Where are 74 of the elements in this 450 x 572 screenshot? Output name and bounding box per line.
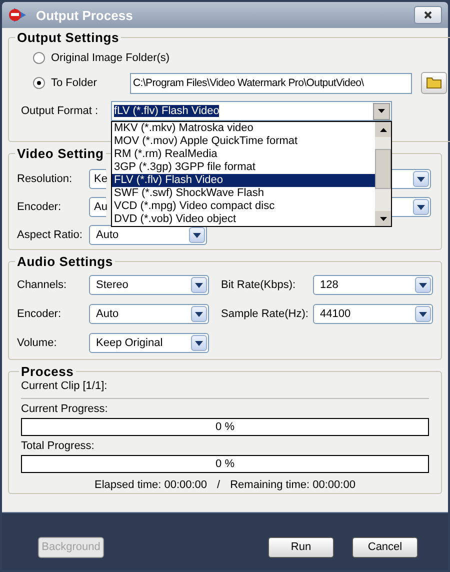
progress-text: 0 % xyxy=(216,456,234,472)
folder-icon xyxy=(426,77,442,89)
dropdown-button[interactable] xyxy=(191,306,207,322)
caret-icon xyxy=(417,176,425,182)
format-option[interactable]: SWF (*.swf) ShockWave Flash xyxy=(112,187,375,200)
elapsed-time: Elapsed time: 00:00:00 xyxy=(94,478,208,493)
dropdown-button[interactable] xyxy=(373,102,390,120)
format-dropdown[interactable]: fLV (*.flv) Flash Video xyxy=(111,101,392,121)
format-option[interactable]: DVD (*.vob) Video object xyxy=(112,213,375,226)
section-title: Output Settings xyxy=(16,30,120,45)
field-label: Bit Rate(Kbps): xyxy=(221,278,297,292)
radio-label: To Folder xyxy=(51,76,98,90)
caret-icon xyxy=(419,312,427,316)
dropdown-field[interactable]: Keep Original xyxy=(89,333,209,353)
radio-button[interactable] xyxy=(33,52,45,64)
dropdown-button[interactable] xyxy=(413,199,429,215)
caret-icon xyxy=(419,282,427,288)
dropdown-button[interactable] xyxy=(413,171,429,187)
format-option[interactable]: FLV (*.flv) Flash Video xyxy=(112,174,375,187)
field-label: Aspect Ratio: xyxy=(17,228,84,242)
caret-icon xyxy=(417,204,425,210)
folder-field[interactable]: C:\Program Files\Video Watermark Pro\OutputVideo\ xyxy=(130,72,412,94)
clip-label: Current Clip [1/1]: xyxy=(21,379,108,394)
field-label: Resolution: xyxy=(17,172,74,186)
app-icon xyxy=(8,6,28,24)
caret-icon xyxy=(378,109,385,113)
dropdown-field[interactable]: 128 xyxy=(313,275,433,295)
field-label: Sample Rate(Hz): xyxy=(221,306,310,322)
dropdown-button[interactable] xyxy=(415,306,431,322)
field-label: Volume: xyxy=(17,336,58,350)
format-option[interactable]: MKV (*.mkv) Matroska video xyxy=(112,122,375,135)
close-button[interactable] xyxy=(414,6,442,24)
selected-format: fLV (*.flv) Flash Video xyxy=(114,104,220,116)
field-label: Encoder: xyxy=(17,200,62,214)
format-option[interactable]: VCD (*.mpg) Video compact disc xyxy=(112,200,375,213)
progress-label: Current Progress: xyxy=(21,402,109,417)
progress-text: 0 % xyxy=(216,420,234,434)
dropdown-field[interactable]: Auto xyxy=(89,304,209,324)
field-label: Channels: xyxy=(17,278,68,292)
field-label: Encoder: xyxy=(17,306,62,322)
dropdown-button[interactable] xyxy=(415,277,431,293)
progress-label: Total Progress: xyxy=(21,439,96,454)
dropdown-button[interactable] xyxy=(191,277,207,293)
format-option[interactable]: RM (*.rm) RealMedia xyxy=(112,148,375,161)
dropdown-field[interactable]: Auto xyxy=(89,225,207,245)
caret-icon xyxy=(195,340,203,346)
dropdown-field[interactable]: 44100 xyxy=(313,304,433,324)
dialog-button[interactable]: Cancel xyxy=(352,537,418,558)
section-title: Audio Settings xyxy=(16,254,114,269)
close-icon xyxy=(424,11,432,19)
window-title: Output Process xyxy=(36,8,133,22)
dropdown-button[interactable] xyxy=(191,335,207,351)
browse-button[interactable] xyxy=(421,72,447,94)
separator-text: / xyxy=(217,478,220,493)
scroll-thumb[interactable] xyxy=(375,149,391,189)
section-title: Video Setting xyxy=(16,146,105,161)
radio-button[interactable] xyxy=(33,77,45,89)
caret-icon xyxy=(195,282,203,288)
dropdown-field[interactable]: Ke xyxy=(89,169,106,189)
scroll-down-icon[interactable] xyxy=(375,211,391,226)
caret-icon xyxy=(193,232,201,238)
scrollbar[interactable] xyxy=(375,122,391,226)
scroll-up-icon[interactable] xyxy=(375,122,391,137)
remaining-time: Remaining time: 00:00:00 xyxy=(230,478,356,493)
caret-icon xyxy=(195,312,203,316)
format-label: Output Format : xyxy=(21,104,100,118)
format-option[interactable]: 3GP (*.3gp) 3GPP file format xyxy=(112,161,375,174)
format-option[interactable]: MOV (*.mov) Apple QuickTime format xyxy=(112,135,375,148)
radio-label: Original Image Folder(s) xyxy=(51,50,170,66)
dialog-button[interactable]: Run xyxy=(268,537,334,558)
dropdown-field[interactable]: Stereo xyxy=(89,275,209,295)
section-title: Process xyxy=(20,364,75,379)
dropdown-button[interactable] xyxy=(189,227,205,243)
dropdown-field[interactable]: Au xyxy=(89,197,106,217)
